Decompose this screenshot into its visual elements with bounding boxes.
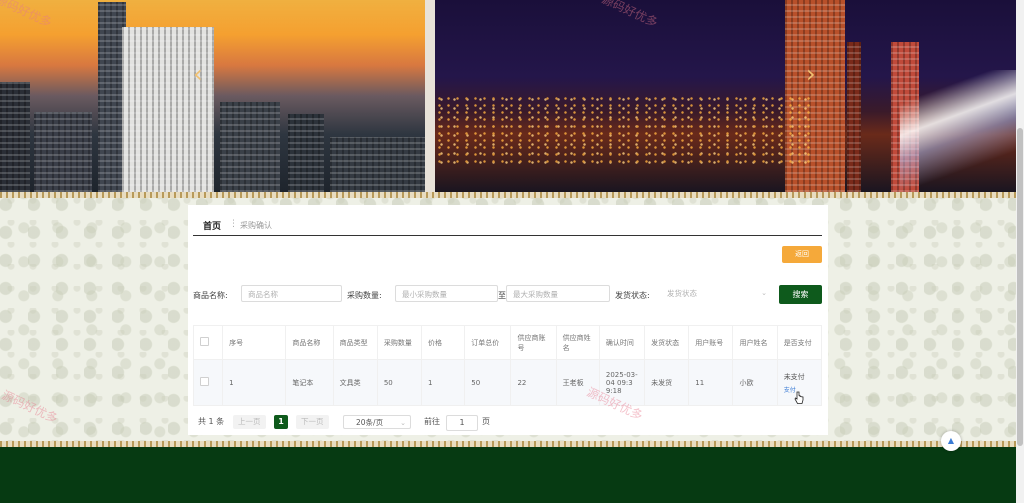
column-header: 采购数量	[376, 325, 423, 360]
hand-pointer-icon	[794, 391, 804, 404]
table-cell: 22	[510, 359, 557, 406]
product-name-label: 商品名称:	[193, 291, 228, 300]
table-cell: 未发货	[644, 359, 690, 406]
table-cell: 文具类	[332, 359, 378, 406]
banner-divider	[425, 0, 435, 192]
min-quantity-input[interactable]: 最小采购数量	[395, 285, 498, 302]
goto-page-input[interactable]: 1	[446, 415, 478, 431]
ship-status-placeholder: 发货状态	[667, 289, 697, 298]
search-button[interactable]: 搜索	[779, 285, 822, 304]
checkbox[interactable]	[200, 377, 209, 386]
max-quantity-input[interactable]: 最大采购数量	[506, 285, 610, 302]
purchase-table: 序号 商品名称 商品类型 采购数量 价格 订单总价 供应商账号 供应商姓名 确认…	[192, 325, 823, 406]
column-header: 序号	[222, 325, 287, 360]
table-cell: 50	[376, 359, 423, 406]
prev-page-button[interactable]: 上一页	[233, 415, 266, 429]
table-cell: 小欧	[732, 359, 778, 406]
payment-status: 未支付	[783, 372, 805, 381]
ship-status-label: 发货状态:	[615, 291, 650, 300]
decorative-border-top	[0, 192, 1016, 198]
footer	[0, 447, 1016, 503]
table-row[interactable]: 1 笔记本 文具类 50 1 50 22 王老板 2025-03-04 09:3…	[192, 359, 823, 406]
ship-status-select[interactable]: 发货状态 ⌄	[661, 285, 771, 302]
page-scrollbar[interactable]	[1016, 0, 1024, 503]
table-cell: 1	[222, 359, 287, 406]
column-header: 供应商账号	[510, 325, 557, 360]
highway-light-trail	[900, 70, 1016, 192]
chevron-down-icon: ⌄	[761, 289, 767, 297]
page-number-current[interactable]: 1	[274, 415, 288, 429]
table-header-row: 序号 商品名称 商品类型 采购数量 价格 订单总价 供应商账号 供应商姓名 确认…	[192, 325, 823, 360]
breadcrumb: 首页 ⋮ 采购确认	[193, 217, 822, 236]
pagination-total: 共 1 条	[198, 417, 225, 426]
breadcrumb-separator: ⋮	[229, 219, 238, 229]
breadcrumb-home[interactable]: 首页	[203, 219, 221, 232]
column-header: 发货状态	[644, 325, 690, 360]
page-size-value: 20条/页	[356, 418, 384, 427]
column-header: 确认时间	[598, 325, 646, 360]
column-header: 用户姓名	[732, 325, 778, 360]
page-size-select[interactable]: 20条/页 ⌄	[343, 415, 411, 429]
next-page-button[interactable]: 下一页	[296, 415, 329, 429]
column-header: 订单总价	[464, 325, 512, 360]
page-unit-label: 页	[482, 417, 490, 426]
chevron-down-icon: ⌄	[400, 419, 406, 427]
city-lights	[435, 95, 815, 165]
table-cell: 笔记本	[285, 359, 334, 406]
table-cell: 1	[421, 359, 466, 406]
scrollbar-thumb[interactable]	[1017, 128, 1023, 446]
table-cell: 50	[464, 359, 512, 406]
table-cell: 2025-03-04 09:39:18	[598, 359, 646, 406]
carousel-next-icon[interactable]: ›	[806, 62, 816, 86]
table-cell: 11	[688, 359, 734, 406]
column-header: 是否支付	[776, 325, 823, 360]
banner-carousel[interactable]: ‹ ›	[0, 0, 1016, 192]
quantity-label: 采购数量:	[347, 291, 382, 300]
scroll-to-top-button[interactable]: ▲	[941, 431, 961, 451]
column-header: 供应商姓名	[555, 325, 600, 360]
column-header: 用户账号	[688, 325, 734, 360]
column-header: 价格	[421, 325, 466, 360]
purchase-confirm-panel: 首页 ⋮ 采购确认 返回 商品名称: 商品名称 采购数量: 最小采购数量 至 最…	[188, 205, 828, 435]
column-header: 商品名称	[285, 325, 334, 360]
select-all-checkbox-cell[interactable]	[192, 325, 224, 360]
row-checkbox-cell[interactable]	[192, 359, 224, 406]
chevron-up-icon: ▲	[947, 436, 955, 445]
banner-slide-sunset-city	[0, 0, 425, 192]
checkbox[interactable]	[200, 337, 209, 346]
breadcrumb-current: 采购确认	[240, 221, 272, 230]
carousel-prev-icon[interactable]: ‹	[193, 62, 203, 86]
table-cell: 王老板	[555, 359, 600, 406]
goto-label: 前往	[424, 417, 440, 426]
column-header: 商品类型	[332, 325, 378, 360]
back-button[interactable]: 返回	[782, 246, 822, 263]
product-name-input[interactable]: 商品名称	[241, 285, 342, 302]
range-to-label: 至	[498, 291, 506, 300]
